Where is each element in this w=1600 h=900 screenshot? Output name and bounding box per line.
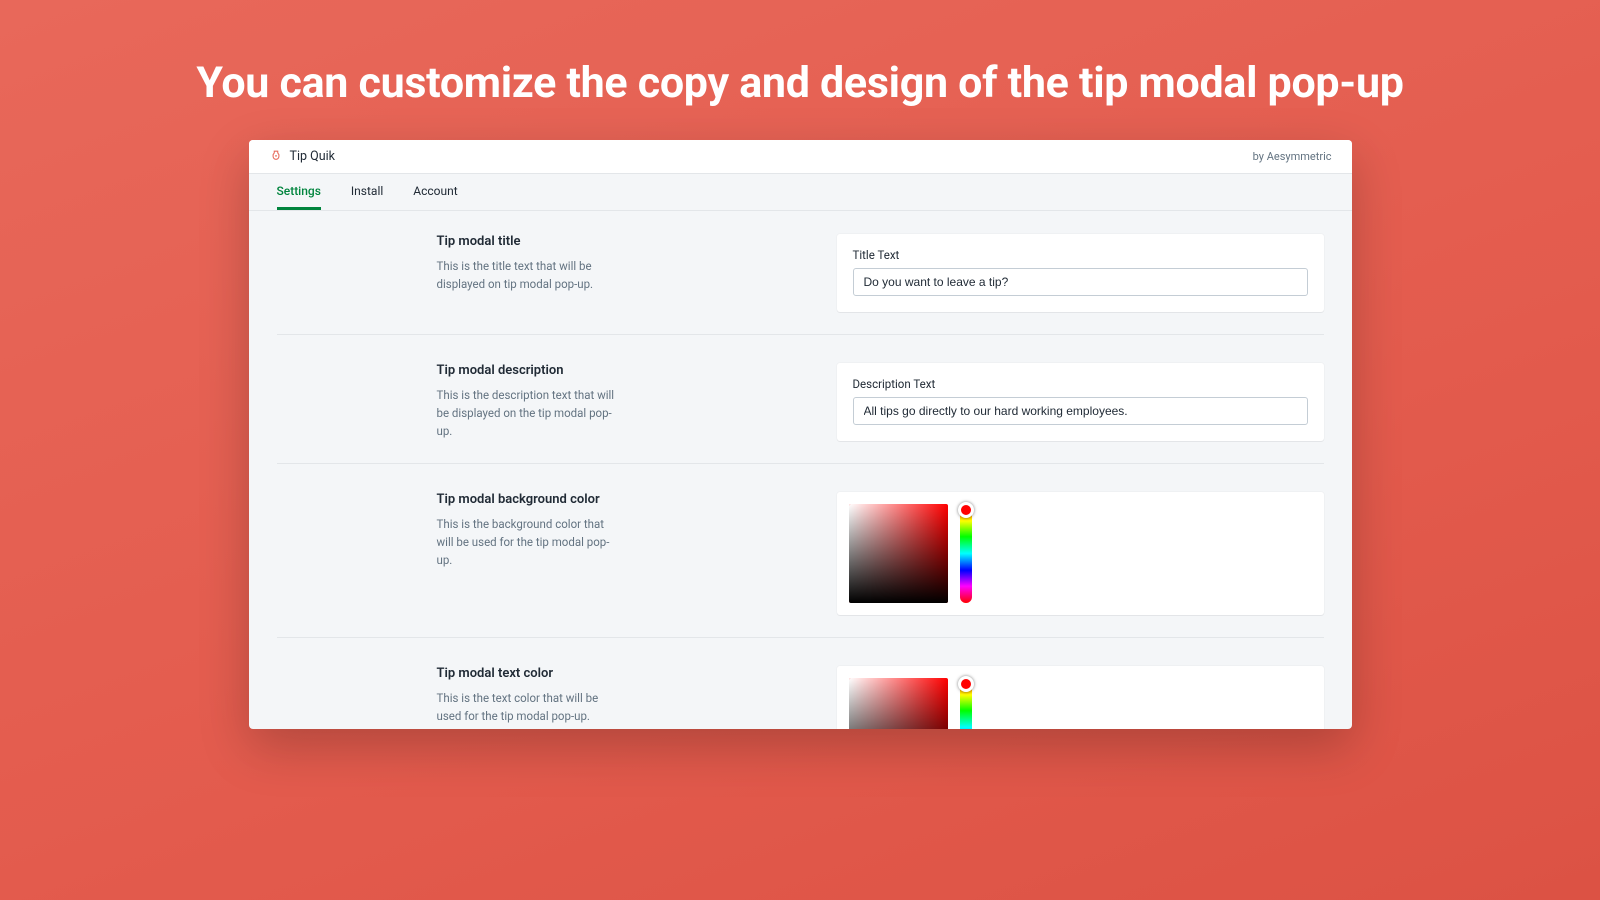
- setting-description: This is the description text that will b…: [437, 387, 617, 440]
- description-card: Description Text: [837, 363, 1324, 441]
- tab-settings[interactable]: Settings: [277, 174, 321, 210]
- saturation-panel[interactable]: [849, 678, 948, 729]
- app-name: Tip Quik: [290, 149, 335, 164]
- hue-slider[interactable]: [960, 678, 972, 729]
- setting-heading: Tip modal title: [437, 234, 797, 249]
- setting-row-description: Tip modal description This is the descri…: [277, 334, 1324, 463]
- text-color-picker: [837, 666, 1324, 729]
- setting-heading: Tip modal text color: [437, 666, 797, 681]
- title-text-input[interactable]: [853, 268, 1308, 296]
- settings-panel: Tip modal title This is the title text t…: [249, 211, 1352, 729]
- setting-description: This is the background color that will b…: [437, 516, 617, 569]
- hero-title: You can customize the copy and design of…: [196, 58, 1403, 108]
- description-field-label: Description Text: [853, 377, 1308, 391]
- setting-heading: Tip modal background color: [437, 492, 797, 507]
- tab-account[interactable]: Account: [413, 174, 457, 210]
- app-window: Tip Quik by Aesymmetric Settings Install…: [249, 140, 1352, 729]
- hue-thumb[interactable]: [958, 502, 974, 518]
- tip-quik-icon: [269, 150, 283, 164]
- title-field-label: Title Text: [853, 248, 1308, 262]
- saturation-panel[interactable]: [849, 504, 948, 603]
- setting-row-title: Tip modal title This is the title text t…: [277, 211, 1324, 334]
- app-byline: by Aesymmetric: [1253, 150, 1332, 163]
- hue-thumb[interactable]: [958, 676, 974, 692]
- setting-description: This is the text color that will be used…: [437, 690, 617, 726]
- app-header: Tip Quik by Aesymmetric: [249, 140, 1352, 174]
- tab-install[interactable]: Install: [351, 174, 383, 210]
- bg-color-picker: [837, 492, 1324, 615]
- setting-row-bg-color: Tip modal background color This is the b…: [277, 463, 1324, 637]
- setting-heading: Tip modal description: [437, 363, 797, 378]
- description-text-input[interactable]: [853, 397, 1308, 425]
- setting-description: This is the title text that will be disp…: [437, 258, 617, 294]
- hue-slider[interactable]: [960, 504, 972, 603]
- setting-row-text-color: Tip modal text color This is the text co…: [277, 637, 1324, 729]
- app-brand: Tip Quik: [269, 149, 335, 164]
- tabs: Settings Install Account: [249, 174, 1352, 211]
- title-card: Title Text: [837, 234, 1324, 312]
